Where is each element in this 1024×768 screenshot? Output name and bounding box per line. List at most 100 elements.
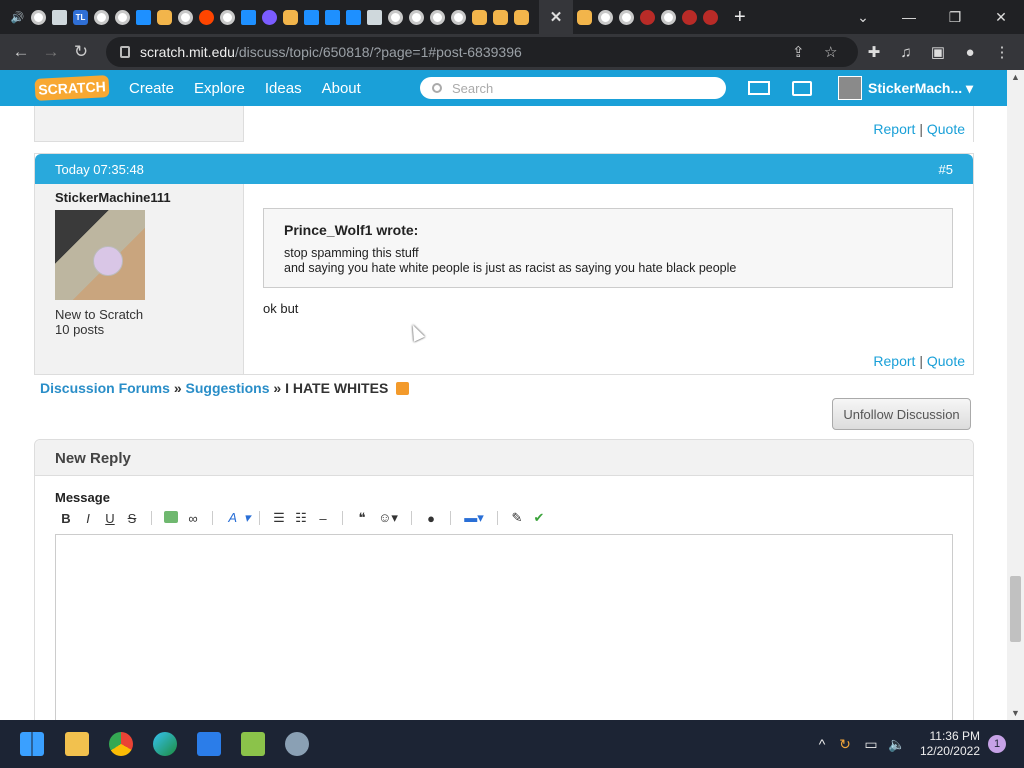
tab-scratch-icon[interactable]	[472, 9, 487, 25]
nav-explore[interactable]: Explore	[194, 80, 245, 97]
nav-ideas[interactable]: Ideas	[265, 80, 302, 97]
media-icon[interactable]: ♫	[890, 44, 922, 61]
post-time[interactable]: Today 07:35:48	[55, 162, 144, 177]
underline-button[interactable]: U	[99, 511, 121, 526]
scrollbar-thumb[interactable]	[1010, 576, 1021, 642]
tab-google-icon[interactable]	[220, 9, 235, 25]
account-menu[interactable]: StickerMach... ▾	[868, 80, 973, 97]
tab-reddit-icon[interactable]	[199, 9, 214, 25]
back-icon[interactable]: ←	[6, 42, 36, 62]
rss-icon[interactable]	[396, 382, 410, 395]
bullet-list-icon[interactable]: ☰	[268, 510, 290, 526]
my-stuff-icon[interactable]	[792, 81, 812, 96]
list-item-icon[interactable]: –	[312, 511, 334, 526]
tab-scratch-icon[interactable]	[493, 9, 508, 25]
lock-icon[interactable]	[120, 46, 130, 58]
font-style-icon[interactable]: A ▾	[221, 510, 251, 526]
restore-icon[interactable]: ❐	[932, 0, 978, 34]
bold-button[interactable]: B	[55, 511, 77, 526]
profile-icon[interactable]: ●	[954, 44, 986, 61]
notification-badge[interactable]: 1	[988, 735, 1006, 753]
side-panel-icon[interactable]: ▣	[922, 43, 954, 61]
tab-search-icon[interactable]: ⌄	[840, 0, 886, 34]
tab-scratch-icon[interactable]	[577, 9, 592, 25]
forward-icon[interactable]: →	[36, 42, 66, 62]
volume-icon[interactable]: 🔈	[884, 736, 910, 753]
settings-icon[interactable]	[285, 732, 309, 756]
unfollow-discussion-button[interactable]: Unfollow Discussion	[832, 398, 971, 430]
quote-link[interactable]: Quote	[927, 353, 965, 369]
scroll-up-icon[interactable]: ▲	[1007, 72, 1024, 82]
sync-icon[interactable]: ↻	[832, 736, 858, 753]
tab-github-icon[interactable]	[388, 9, 403, 25]
page-scrollbar[interactable]: ▲ ▼	[1007, 70, 1024, 720]
tab-scratch-icon[interactable]	[514, 9, 529, 25]
quote-icon[interactable]: ❝	[351, 510, 373, 526]
tab-monitor-icon[interactable]	[52, 9, 67, 25]
smiley-icon[interactable]: ☺▾	[373, 510, 403, 526]
author-avatar[interactable]	[55, 210, 145, 300]
extensions-icon[interactable]: ✚	[858, 43, 890, 61]
strikethrough-button[interactable]: S	[121, 511, 143, 526]
italic-button[interactable]: I	[77, 511, 99, 526]
search-input[interactable]: Search	[420, 77, 726, 99]
numbered-list-icon[interactable]: ☷	[290, 510, 312, 526]
tab-google-icon[interactable]	[451, 9, 466, 25]
share-icon[interactable]: ⇪	[792, 43, 805, 61]
tab-at-icon[interactable]	[262, 9, 277, 25]
user-avatar[interactable]	[838, 76, 862, 100]
breadcrumb-forums[interactable]: Discussion Forums	[40, 380, 170, 396]
tab-google-icon[interactable]	[619, 9, 634, 25]
clean-icon[interactable]: ✎	[506, 510, 528, 526]
clock[interactable]: 11:36 PM 12/20/2022	[918, 729, 980, 759]
nav-about[interactable]: About	[322, 80, 361, 97]
store-icon[interactable]	[197, 732, 221, 756]
scratch-logo[interactable]: SCRATCH	[34, 75, 110, 101]
tab-wifi-icon[interactable]	[136, 9, 151, 25]
tab-chat-icon[interactable]	[325, 9, 340, 25]
tab-quora-icon[interactable]	[640, 9, 655, 25]
reload-icon[interactable]: ↻	[66, 42, 96, 62]
image-icon[interactable]	[160, 510, 182, 526]
menu-icon[interactable]: ⋮	[986, 43, 1018, 61]
preview-check-icon[interactable]: ✔	[528, 510, 550, 526]
nav-create[interactable]: Create	[129, 80, 174, 97]
tab-audio-icon[interactable]: 🔊	[10, 10, 25, 25]
quote-link[interactable]: Quote	[927, 121, 965, 137]
app-icon[interactable]	[241, 732, 265, 756]
new-tab-button[interactable]: +	[734, 6, 746, 29]
report-link[interactable]: Report	[873, 121, 915, 137]
report-link[interactable]: Report	[873, 353, 915, 369]
network-icon[interactable]: ▭	[858, 736, 884, 753]
tab-google-icon[interactable]	[94, 9, 109, 25]
tab-bracket-icon[interactable]	[346, 9, 361, 25]
tray-chevron-icon[interactable]: ^	[812, 736, 832, 752]
close-window-icon[interactable]: ✕	[978, 0, 1024, 34]
message-textarea[interactable]	[55, 534, 953, 720]
bookmark-star-icon[interactable]: ☆	[824, 43, 837, 61]
file-explorer-icon[interactable]	[65, 732, 89, 756]
globe-icon[interactable]: ●	[420, 511, 442, 526]
tab-active-close-icon[interactable]: ✕	[539, 0, 573, 34]
start-icon[interactable]	[20, 732, 44, 756]
tab-grid-icon[interactable]	[157, 9, 172, 25]
post-number[interactable]: #5	[939, 162, 953, 177]
scratch-block-icon[interactable]: ▬▾	[459, 510, 489, 526]
breadcrumb-category[interactable]: Suggestions	[186, 380, 270, 396]
tab-roblox-icon[interactable]	[367, 9, 382, 25]
address-bar[interactable]: scratch.mit.edu/discuss/topic/650818/?pa…	[106, 37, 858, 67]
tab-google-icon[interactable]	[430, 9, 445, 25]
tab-bracket-icon[interactable]	[241, 9, 256, 25]
tab-scratch-icon[interactable]	[283, 9, 298, 25]
tab-bracket-icon[interactable]	[304, 9, 319, 25]
edge-icon[interactable]	[153, 732, 177, 756]
tab-google-icon[interactable]	[661, 9, 676, 25]
tab-quora-icon[interactable]	[703, 9, 718, 25]
messages-icon[interactable]	[748, 81, 770, 95]
minimize-icon[interactable]: —	[886, 0, 932, 34]
tab-tl-icon[interactable]: TL	[73, 9, 88, 25]
chrome-icon[interactable]	[109, 732, 133, 756]
tab-google-icon[interactable]	[409, 9, 424, 25]
author-name[interactable]: StickerMachine111	[55, 190, 171, 205]
link-icon[interactable]: ∞	[182, 511, 204, 526]
